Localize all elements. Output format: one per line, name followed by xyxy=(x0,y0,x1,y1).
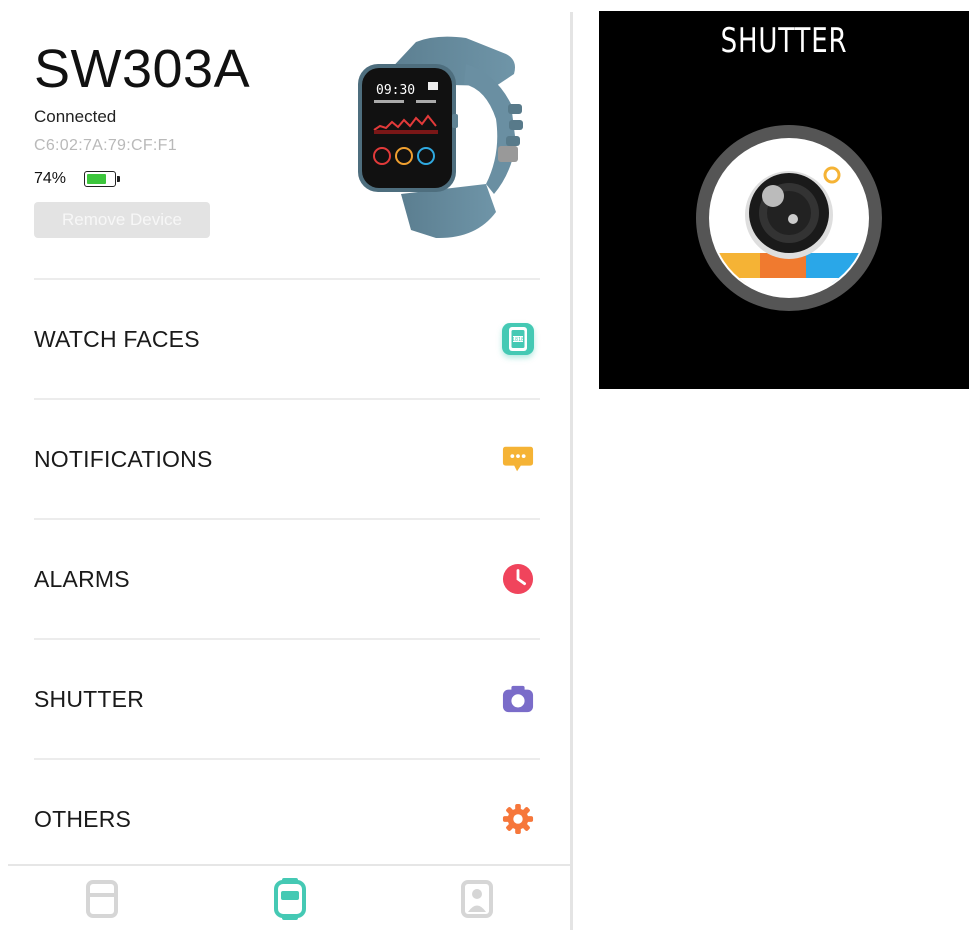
shutter-camera-icon[interactable] xyxy=(694,123,884,313)
card-icon xyxy=(85,880,118,918)
menu-item-notifications[interactable]: NOTIFICATIONS xyxy=(34,400,540,518)
battery-icon xyxy=(84,171,121,187)
menu-item-watch-faces[interactable]: WATCH FACES 1818 xyxy=(34,280,540,398)
device-name: SW303A xyxy=(34,39,251,99)
watch-icon xyxy=(273,878,306,920)
connection-status: Connected xyxy=(34,107,117,126)
battery-row: 74% xyxy=(34,170,121,188)
message-icon xyxy=(502,443,534,475)
gear-icon xyxy=(502,803,534,835)
menu-item-alarms[interactable]: ALARMS xyxy=(34,520,540,638)
app-screen: SW303A Connected C6:02:7A:79:CF:F1 74% R… xyxy=(8,12,571,930)
menu-label-alarms: ALARMS xyxy=(34,565,130,592)
tab-device[interactable] xyxy=(196,866,384,932)
remove-device-button[interactable]: Remove Device xyxy=(34,202,210,238)
mac-address: C6:02:7A:79:CF:F1 xyxy=(34,137,177,154)
tab-data[interactable] xyxy=(8,866,196,932)
watch-face-icon: 1818 xyxy=(502,323,534,355)
person-icon xyxy=(461,880,494,918)
bottom-tab-bar xyxy=(8,864,571,932)
watch-time-text: 09:30 xyxy=(376,83,415,98)
menu-label-others: OTHERS xyxy=(34,805,132,832)
battery-percent: 74% xyxy=(34,170,67,187)
clock-icon xyxy=(502,563,534,595)
smartwatch-image: 09:30 xyxy=(358,36,523,239)
tab-profile[interactable] xyxy=(383,866,571,932)
svg-text:1818: 1818 xyxy=(512,337,524,343)
menu-label-shutter: SHUTTER xyxy=(34,685,145,712)
settings-menu: WATCH FACES 1818 NOTIFICATIONS ALARMS SH… xyxy=(34,278,540,878)
watch-screen-preview: SHUTTER xyxy=(599,11,969,389)
menu-item-others[interactable]: OTHERS xyxy=(34,760,540,878)
watch-screen-title: SHUTTER xyxy=(720,21,848,61)
camera-icon xyxy=(502,683,534,715)
menu-item-shutter[interactable]: SHUTTER xyxy=(34,640,540,758)
battery-fill xyxy=(87,174,106,184)
menu-label-watch-faces: WATCH FACES xyxy=(34,325,200,352)
panel-divider xyxy=(570,12,573,930)
menu-label-notifications: NOTIFICATIONS xyxy=(34,445,213,472)
